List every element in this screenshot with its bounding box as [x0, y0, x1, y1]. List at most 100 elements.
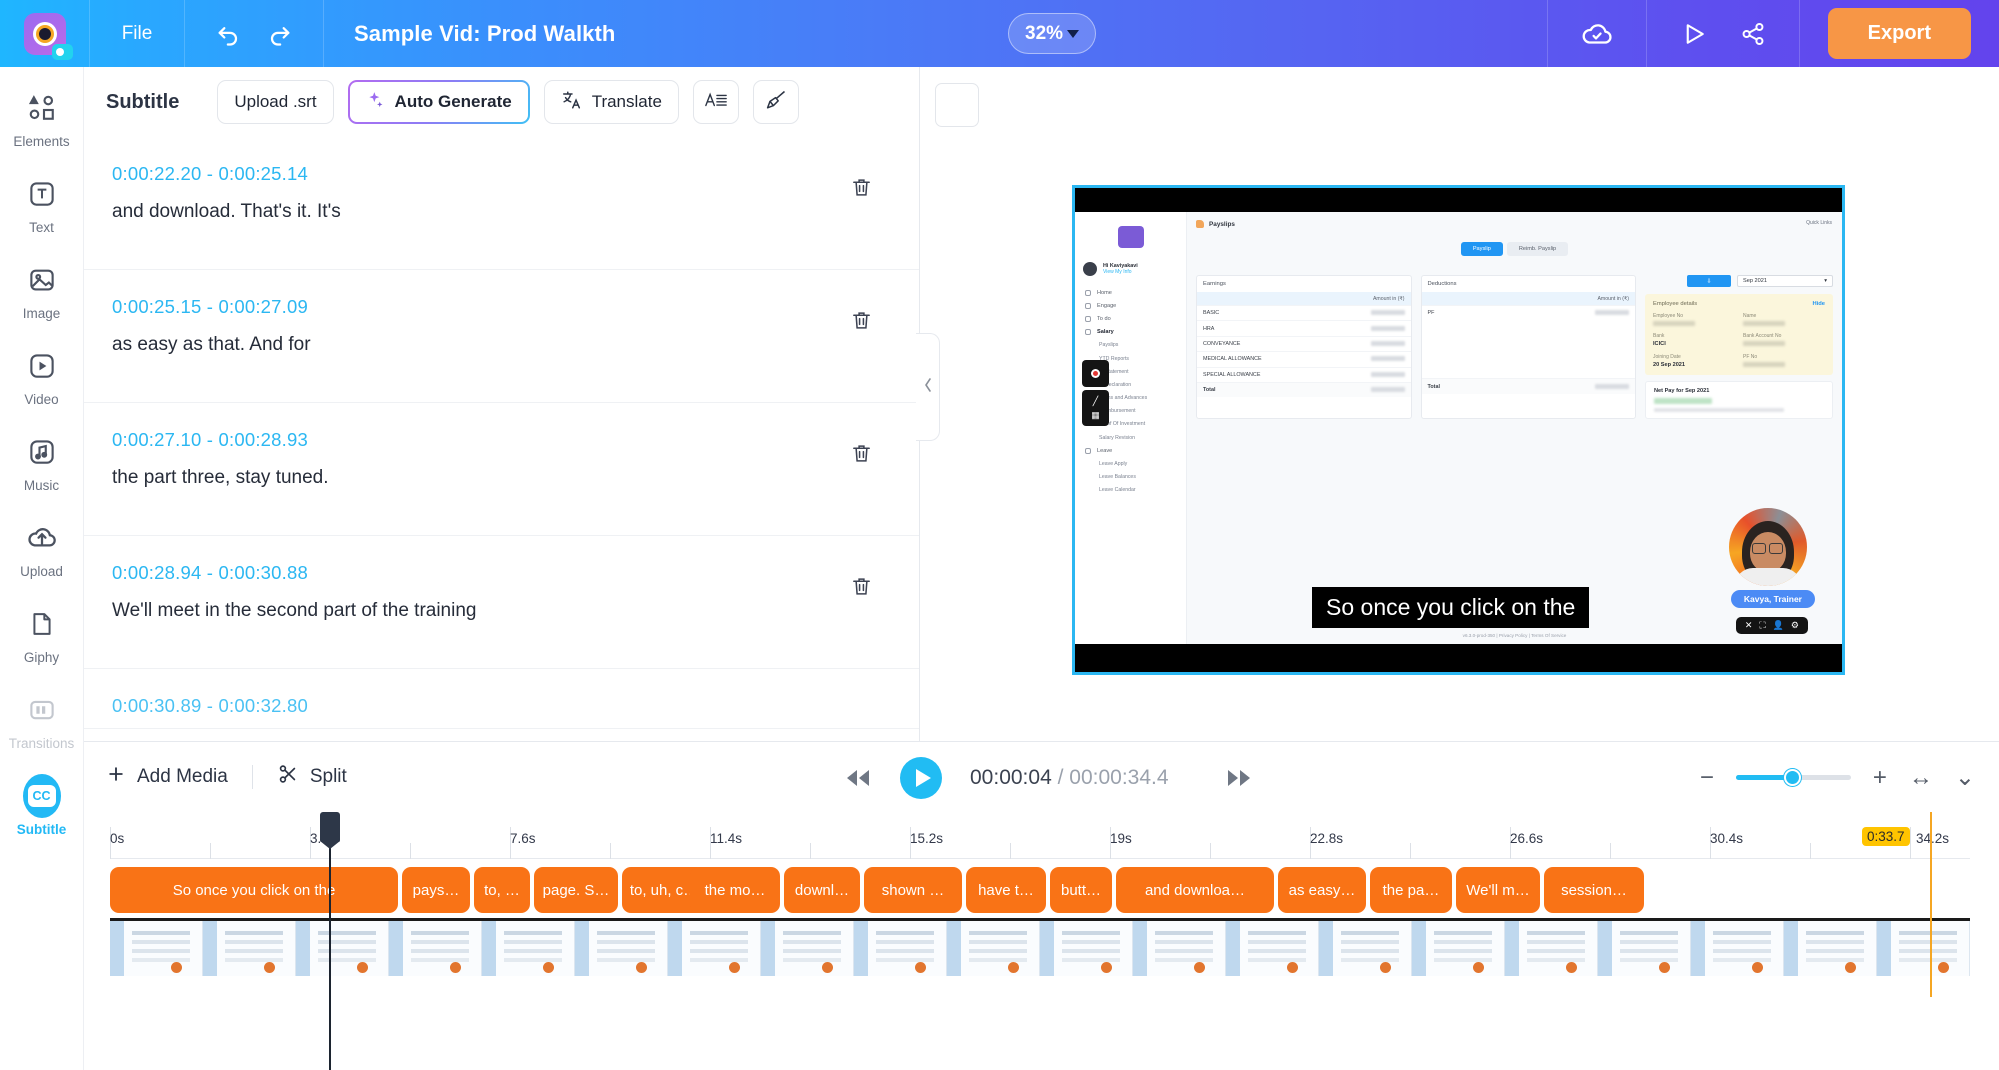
- file-menu[interactable]: File: [90, 0, 185, 67]
- playhead[interactable]: [320, 812, 340, 1070]
- add-media-button[interactable]: Add Media: [106, 764, 228, 790]
- subtitle-separator: -: [206, 562, 214, 583]
- folder-icon: [1196, 220, 1204, 228]
- trash-icon[interactable]: [850, 574, 873, 604]
- chevron-down-icon[interactable]: ⌄: [1955, 765, 1975, 790]
- recorded-nav-salary-revision: Salary Revision: [1099, 434, 1136, 441]
- track-thumbnail: [575, 921, 668, 976]
- timeline-clip[interactable]: pays…: [402, 867, 470, 913]
- zoom-slider[interactable]: [1735, 769, 1851, 786]
- text-style-button[interactable]: [692, 80, 739, 124]
- rewind-icon[interactable]: [844, 767, 872, 789]
- subtitle-separator: -: [206, 695, 214, 716]
- subtitle-start: 0:00:28.94: [112, 562, 202, 583]
- recorded-app-logo: [1117, 226, 1144, 248]
- webcam-name-badge: Kavya, Trainer: [1730, 590, 1815, 608]
- recorded-nav-engage: Engage: [1075, 299, 1186, 312]
- timeline-ruler[interactable]: 0s 3.8s 7.6s 11.4s 15.2s 19s 22.8s 26.6s…: [110, 821, 1970, 859]
- recorded-nav-leave-calendar: Leave Calendar: [1099, 487, 1136, 494]
- timeline-clip[interactable]: and downloa…: [1116, 867, 1274, 913]
- sidebar-item-upload[interactable]: Upload: [0, 519, 84, 579]
- timeline-clip[interactable]: to, …: [474, 867, 530, 913]
- subtitle-end: 0:00:28.93: [218, 429, 308, 450]
- zoom-level-dropdown[interactable]: 32%: [1008, 13, 1097, 54]
- subtitle-row[interactable]: 0:00:27.10 - 0:00:28.93 the part three, …: [84, 403, 919, 536]
- sidebar-item-elements[interactable]: Elements: [0, 89, 84, 149]
- sidebar-item-text[interactable]: Text: [0, 175, 84, 235]
- timeline-clip[interactable]: butt…: [1050, 867, 1112, 913]
- plus-icon[interactable]: +: [1873, 765, 1887, 790]
- translate-button[interactable]: Translate: [543, 80, 679, 124]
- auto-generate-button[interactable]: Auto Generate: [348, 80, 530, 124]
- recorder-draw-tools: ╱ ▦: [1082, 390, 1109, 426]
- ruler-tick-label: 7.6s: [510, 831, 536, 846]
- preview-play-icon[interactable]: [1679, 19, 1709, 49]
- subtitle-list[interactable]: 0:00:22.20 - 0:00:25.14 and download. Th…: [84, 137, 919, 741]
- trash-icon[interactable]: [850, 441, 873, 471]
- trash-icon[interactable]: [850, 175, 873, 205]
- timeline-clip[interactable]: session…: [1544, 867, 1644, 913]
- sidebar-item-music[interactable]: Music: [0, 433, 84, 493]
- timeline-clip[interactable]: page. S…: [534, 867, 618, 913]
- track-thumbnail: [203, 921, 296, 976]
- subtitle-row[interactable]: 0:00:25.15 - 0:00:27.09 as easy as that.…: [84, 270, 919, 403]
- sidebar-item-transitions[interactable]: Transitions: [0, 691, 84, 751]
- upload-srt-button[interactable]: Upload .srt: [217, 80, 334, 124]
- sidebar-label-upload: Upload: [20, 564, 63, 579]
- app-logo[interactable]: [0, 0, 90, 67]
- share-icon[interactable]: [1739, 20, 1767, 48]
- timeline-clip[interactable]: the mo…: [690, 867, 780, 913]
- subtitle-text[interactable]: We'll meet in the second part of the tra…: [112, 600, 891, 622]
- timeline-clip[interactable]: the pa…: [1370, 867, 1452, 913]
- recorded-nav-todo: To do: [1075, 312, 1186, 325]
- undo-icon[interactable]: [215, 20, 243, 48]
- subtitle-text[interactable]: and download. That's it. It's: [112, 201, 891, 223]
- play-button[interactable]: [900, 756, 942, 799]
- stage-tool-box[interactable]: [935, 83, 979, 127]
- subtitle-row[interactable]: 0:00:30.89 - 0:00:32.80: [84, 669, 919, 729]
- video-track[interactable]: [110, 918, 1970, 976]
- subtitle-text[interactable]: the part three, stay tuned.: [112, 467, 891, 489]
- recorded-earnings-title: Earnings: [1203, 281, 1226, 287]
- download-icon: ⇩: [1687, 275, 1731, 287]
- sidebar-item-subtitle[interactable]: CC Subtitle: [0, 774, 84, 837]
- timeline-clip[interactable]: as easy…: [1278, 867, 1366, 913]
- table-row: CONVEYANCE: [1197, 335, 1411, 351]
- timeline-clip[interactable]: So once you click on the: [110, 867, 398, 913]
- shapes-icon: [23, 89, 61, 127]
- minus-icon[interactable]: −: [1700, 765, 1714, 790]
- transport-controls: 00:00:04 / 00:00:34.4: [844, 742, 1253, 813]
- panel-collapse-handle[interactable]: [916, 333, 940, 441]
- crop-icon: ⛶: [1759, 620, 1766, 630]
- recorded-nav-leave: Leave: [1075, 444, 1186, 457]
- sidebar-label-text: Text: [29, 220, 54, 235]
- music-icon: [23, 433, 61, 471]
- fit-width-icon[interactable]: ↔: [1909, 765, 1933, 790]
- transitions-icon: [23, 691, 61, 729]
- timeline-clip[interactable]: have t…: [966, 867, 1046, 913]
- recorded-download-row: ⇩ Sep 2021 ▾: [1645, 275, 1833, 287]
- subtitle-row[interactable]: 0:00:22.20 - 0:00:25.14 and download. Th…: [84, 137, 919, 270]
- sidebar-item-image[interactable]: Image: [0, 261, 84, 321]
- track-thumbnail: [1505, 921, 1598, 976]
- timeline-clip[interactable]: downl…: [784, 867, 860, 913]
- subtitle-row[interactable]: 0:00:28.94 - 0:00:30.88 We'll meet in th…: [84, 536, 919, 669]
- table-row: SPECIAL ALLOWANCE: [1197, 366, 1411, 382]
- redo-icon[interactable]: [265, 20, 293, 48]
- timeline[interactable]: 0s 3.8s 7.6s 11.4s 15.2s 19s 22.8s 26.6s…: [84, 812, 1999, 1070]
- subtitle-text[interactable]: as easy as that. And for: [112, 334, 891, 356]
- zoom-slider-knob[interactable]: [1783, 769, 1801, 786]
- playhead-handle[interactable]: [320, 812, 340, 849]
- sidebar-item-giphy[interactable]: Giphy: [0, 605, 84, 665]
- export-button[interactable]: Export: [1827, 8, 1971, 59]
- cloud-saved-button[interactable]: [1546, 0, 1646, 67]
- timeline-clip[interactable]: shown …: [864, 867, 962, 913]
- brush-button[interactable]: [752, 80, 799, 124]
- subtitle-track[interactable]: So once you click on the pays… to, … pag…: [110, 867, 1970, 913]
- trash-icon[interactable]: [850, 308, 873, 338]
- timeline-clip[interactable]: We'll m…: [1456, 867, 1540, 913]
- split-button[interactable]: Split: [277, 763, 347, 791]
- fast-forward-icon[interactable]: [1225, 767, 1253, 789]
- video-preview[interactable]: Hi Kaviyakavi View My Info Home Engage T…: [1072, 185, 1845, 675]
- sidebar-item-video[interactable]: Video: [0, 347, 84, 407]
